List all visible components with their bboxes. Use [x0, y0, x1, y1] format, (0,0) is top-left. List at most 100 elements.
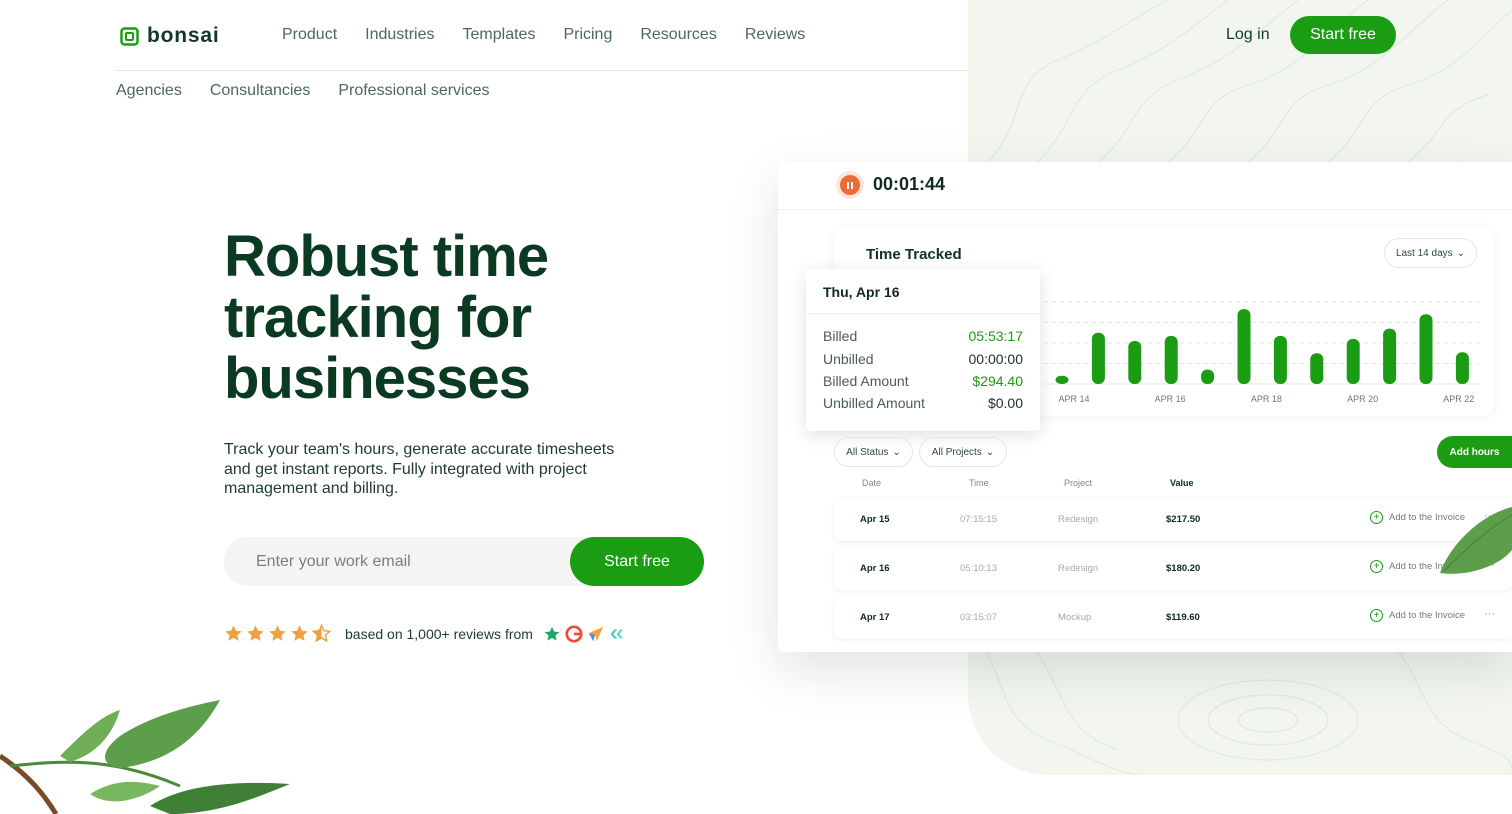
- plus-circle-icon: +: [1370, 560, 1383, 573]
- row-value: $119.60: [1166, 612, 1200, 623]
- status-filter-label: All Status: [846, 446, 889, 458]
- g2-icon: [565, 624, 583, 643]
- subnav-item-agencies[interactable]: Agencies: [116, 82, 182, 100]
- chart-bar[interactable]: [1201, 369, 1215, 384]
- row-value: $217.50: [1166, 514, 1201, 525]
- industries-subnav: Agencies Consultancies Professional serv…: [116, 82, 490, 100]
- background-texture-bottom: [968, 640, 1512, 775]
- tooltip-label: Unbilled: [823, 351, 874, 367]
- chart-tick-label: APR 20: [1347, 394, 1378, 404]
- star-icon: [247, 625, 264, 641]
- tooltip-value: $294.40: [972, 373, 1023, 389]
- row-project: Redesign: [1058, 514, 1099, 525]
- star-icon: [269, 625, 286, 641]
- tooltip-row-billed: Billed 05:53:17: [823, 328, 1023, 344]
- add-hours-button[interactable]: Add hours: [1437, 436, 1512, 468]
- main-nav: Product Industries Templates Pricing Res…: [282, 26, 805, 44]
- chart-bar[interactable]: [1237, 309, 1251, 384]
- half-star-icon: [312, 624, 331, 643]
- subnav-item-professional-services[interactable]: Professional services: [338, 82, 489, 100]
- star-icon: [225, 625, 242, 641]
- chart-bar[interactable]: [1383, 328, 1397, 384]
- chart-bar[interactable]: [1273, 335, 1287, 384]
- projects-filter-select[interactable]: All Projects ⌄: [919, 437, 1007, 467]
- tooltip-row-unbilled-amount: Unbilled Amount $0.00: [823, 395, 1023, 411]
- row-time: 07:15:15: [960, 514, 997, 525]
- work-email-input[interactable]: [224, 537, 570, 586]
- date-range-label: Last 14 days: [1395, 247, 1453, 259]
- chart-bar[interactable]: [1455, 352, 1469, 384]
- tooltip-label: Billed Amount: [823, 373, 909, 389]
- row-date: Apr 17: [860, 612, 890, 623]
- status-filter-select[interactable]: All Status ⌄: [834, 437, 913, 467]
- pause-icon: [840, 175, 860, 195]
- chart-bar[interactable]: [1310, 353, 1324, 384]
- getapp-icon: [610, 629, 624, 638]
- timer-bar: 00:01:44: [778, 162, 1512, 210]
- table-row[interactable]: Apr 16 05:10:13 Redesign $180.20 + Add t…: [834, 547, 1512, 590]
- header-divider: [116, 70, 968, 71]
- chart-bar[interactable]: [1091, 332, 1105, 384]
- tooltip-divider: [806, 313, 1040, 314]
- table-row[interactable]: Apr 17 03:15:07 Mockup $119.60 + Add to …: [834, 596, 1512, 639]
- chart-bar[interactable]: [1419, 314, 1433, 384]
- start-free-header-button[interactable]: Start free: [1290, 16, 1396, 54]
- hero-title: Robust time tracking for businesses: [224, 224, 549, 411]
- bonsai-logo-icon: [120, 26, 139, 46]
- nav-item-reviews[interactable]: Reviews: [745, 26, 805, 44]
- add-to-invoice-button[interactable]: + Add to the Invoice: [1370, 609, 1465, 622]
- chart-tick-label: APR 16: [1155, 394, 1186, 404]
- chart-tooltip: Thu, Apr 16 Billed 05:53:17 Unbilled 00:…: [806, 269, 1040, 431]
- column-header-value: Value: [1170, 478, 1194, 488]
- bonsai-logo[interactable]: bonsai: [120, 24, 219, 48]
- tooltip-value: 00:00:00: [968, 351, 1024, 367]
- row-time: 05:10:13: [960, 563, 997, 574]
- pause-timer-button[interactable]: [836, 171, 864, 199]
- column-header-date: Date: [862, 478, 882, 488]
- star-icon: [291, 625, 308, 641]
- login-link[interactable]: Log in: [1226, 26, 1270, 44]
- background-texture-top: [968, 0, 1512, 162]
- row-time: 03:15:07: [960, 612, 997, 623]
- more-options-icon[interactable]: ···: [1484, 608, 1495, 620]
- nav-item-industries[interactable]: Industries: [365, 26, 434, 44]
- capterra-icon: [588, 626, 604, 641]
- chart-tick-label: APR 22: [1443, 394, 1474, 404]
- hero-subtitle: Track your team's hours, generate accura…: [224, 441, 615, 497]
- chevron-down-icon: ⌄: [985, 446, 995, 458]
- subnav-item-consultancies[interactable]: Consultancies: [210, 82, 311, 100]
- tooltip-value: 05:53:17: [968, 328, 1024, 344]
- row-project: Mockup: [1058, 612, 1092, 623]
- tooltip-date: Thu, Apr 16: [823, 284, 900, 300]
- nav-item-product[interactable]: Product: [282, 26, 337, 44]
- table-row[interactable]: Apr 15 07:15:15 Redesign $217.50 + Add t…: [834, 498, 1512, 541]
- review-sources: [543, 624, 627, 643]
- rating-text: based on 1,000+ reviews from: [345, 625, 533, 642]
- chart-tick-label: APR 14: [1058, 394, 1089, 404]
- chart-bar[interactable]: [1346, 338, 1360, 384]
- tooltip-row-billed-amount: Billed Amount $294.40: [823, 373, 1023, 389]
- chevron-down-icon: ⌄: [892, 446, 901, 458]
- brand-name: bonsai: [147, 24, 220, 47]
- tooltip-label: Unbilled Amount: [823, 395, 925, 411]
- nav-item-templates[interactable]: Templates: [463, 26, 536, 44]
- projects-filter-label: All Projects: [931, 446, 982, 458]
- reviews-rating: based on 1,000+ reviews from: [224, 624, 627, 643]
- column-header-project: Project: [1064, 478, 1093, 488]
- chart-bar[interactable]: [1055, 375, 1069, 384]
- chart-title: Time Tracked: [866, 246, 962, 263]
- chevron-down-icon: ⌄: [1456, 247, 1466, 259]
- date-range-select[interactable]: Last 14 days ⌄: [1384, 238, 1477, 268]
- start-free-hero-button[interactable]: Start free: [570, 537, 704, 586]
- chart-tick-label: APR 18: [1251, 394, 1282, 404]
- chart-bar[interactable]: [1128, 340, 1142, 384]
- tooltip-label: Billed: [823, 328, 858, 344]
- tooltip-row-unbilled: Unbilled 00:00:00: [823, 351, 1023, 367]
- row-value: $180.20: [1166, 563, 1201, 574]
- nav-item-resources[interactable]: Resources: [640, 26, 716, 44]
- nav-item-pricing[interactable]: Pricing: [563, 26, 612, 44]
- chart-bar[interactable]: [1164, 335, 1178, 384]
- star-rating: [224, 624, 331, 643]
- tooltip-value: $0.00: [987, 395, 1023, 411]
- trustpilot-icon: [544, 626, 560, 641]
